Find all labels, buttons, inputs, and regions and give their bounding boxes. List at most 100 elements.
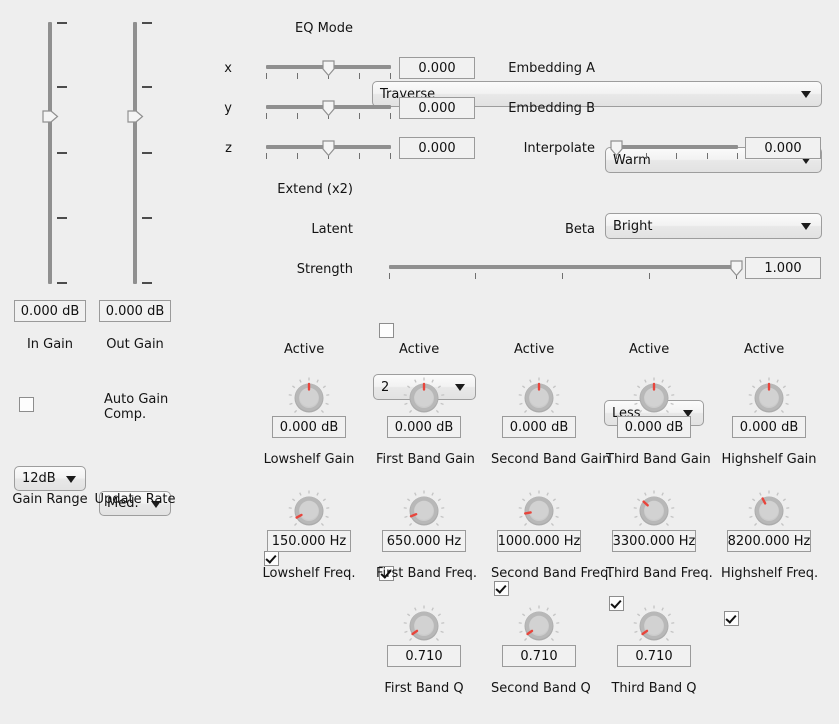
band-3-freq-knob[interactable] <box>632 489 676 533</box>
band-2-gain-knob[interactable] <box>517 376 561 420</box>
band-0-active-label: Active <box>284 342 325 357</box>
band-2-active-label: Active <box>514 342 555 357</box>
chevron-down-icon <box>801 223 811 230</box>
out-gain-slider[interactable] <box>126 22 152 284</box>
band-2-q-value[interactable]: 0.710 <box>502 645 576 667</box>
out-gain-slider-track <box>133 22 137 284</box>
coord-x-label: x <box>224 61 232 76</box>
interpolate-slider[interactable] <box>610 139 738 159</box>
band-1-gain-knob[interactable] <box>402 376 446 420</box>
band-1-freq-value[interactable]: 650.000 Hz <box>382 530 466 552</box>
band-2-freq-knob[interactable] <box>517 489 561 533</box>
band-3-q-value[interactable]: 0.710 <box>617 645 691 667</box>
band-0-freq-knob[interactable] <box>287 489 331 533</box>
band-4-gain-knob[interactable] <box>747 376 791 420</box>
band-3-gain-value[interactable]: 0.000 dB <box>617 416 691 438</box>
band-1-gain-label: First Band Gain <box>376 452 475 467</box>
gain-range-select[interactable]: 12dB <box>14 466 86 491</box>
auto-gain-comp-label-line1: Auto Gain <box>104 392 169 407</box>
band-2-gain-label: Second Band Gain <box>491 452 611 467</box>
interpolate-slider-track <box>616 145 738 149</box>
band-1-q-knob[interactable] <box>402 604 446 648</box>
interpolate-slider-thumb[interactable] <box>610 140 623 157</box>
gain-range-value: 12dB <box>22 471 56 486</box>
coord-x-slider[interactable] <box>266 59 391 79</box>
band-3-active-label: Active <box>629 342 670 357</box>
band-3-gain-label: Third Band Gain <box>606 452 711 467</box>
coord-z-slider[interactable] <box>266 139 391 159</box>
out-gain-slider-ticks <box>142 22 152 284</box>
in-gain-slider-track <box>48 22 52 284</box>
band-1-active-label: Active <box>399 342 440 357</box>
band-4-active-checkbox[interactable] <box>724 611 739 626</box>
embedding-a-label: Embedding A <box>508 61 595 76</box>
band-4-freq-knob[interactable] <box>747 489 791 533</box>
band-4-gain-label: Highshelf Gain <box>721 452 817 467</box>
strength-value[interactable]: 1.000 <box>745 257 821 279</box>
embedding-b-value: Bright <box>613 218 653 234</box>
eq-mode-label: EQ Mode <box>295 21 353 36</box>
coord-z-label: z <box>225 141 232 156</box>
interpolate-label: Interpolate <box>523 141 595 156</box>
in-gain-slider[interactable] <box>41 22 67 284</box>
interpolate-slider-ticks <box>616 153 738 159</box>
band-2-q-knob[interactable] <box>517 604 561 648</box>
band-3-freq-label: Third Band Freq. <box>606 566 713 581</box>
chevron-down-icon <box>455 384 465 391</box>
band-3-active-checkbox[interactable] <box>609 596 624 611</box>
chevron-down-icon <box>801 91 811 98</box>
extend-checkbox[interactable] <box>379 323 394 338</box>
band-0-gain-knob[interactable] <box>287 376 331 420</box>
band-3-freq-value[interactable]: 3300.000 Hz <box>612 530 696 552</box>
band-1-q-value[interactable]: 0.710 <box>387 645 461 667</box>
coord-y-slider[interactable] <box>266 99 391 119</box>
band-4-active-label: Active <box>744 342 785 357</box>
auto-gain-comp-checkbox[interactable] <box>19 397 34 412</box>
extend-label: Extend (x2) <box>277 182 353 197</box>
update-rate-label: Update Rate <box>94 492 176 507</box>
latent-value: 2 <box>381 379 390 395</box>
out-gain-value[interactable]: 0.000 dB <box>99 300 171 322</box>
strength-slider[interactable] <box>389 259 743 279</box>
in-gain-slider-ticks <box>57 22 67 284</box>
band-1-freq-knob[interactable] <box>402 489 446 533</box>
strength-slider-ticks <box>389 273 737 279</box>
in-gain-label: In Gain <box>26 337 74 352</box>
band-3-gain-knob[interactable] <box>632 376 676 420</box>
band-2-gain-value[interactable]: 0.000 dB <box>502 416 576 438</box>
band-2-freq-label: Second Band Freq. <box>491 566 613 581</box>
strength-label: Strength <box>296 262 353 277</box>
band-0-gain-value[interactable]: 0.000 dB <box>272 416 346 438</box>
band-1-gain-value[interactable]: 0.000 dB <box>387 416 461 438</box>
band-2-q-label: Second Band Q <box>491 681 591 696</box>
band-1-q-label: First Band Q <box>384 681 464 696</box>
band-4-gain-value[interactable]: 0.000 dB <box>732 416 806 438</box>
in-gain-slider-thumb[interactable] <box>42 110 59 123</box>
strength-slider-thumb[interactable] <box>730 260 743 277</box>
chevron-down-icon <box>66 476 76 483</box>
out-gain-label: Out Gain <box>106 337 164 352</box>
band-3-q-label: Third Band Q <box>611 681 697 696</box>
in-gain-value[interactable]: 0.000 dB <box>14 300 86 322</box>
gain-range-label: Gain Range <box>12 492 88 507</box>
coord-x-slider-thumb[interactable] <box>322 60 335 77</box>
band-0-freq-value[interactable]: 150.000 Hz <box>267 530 351 552</box>
coord-z-slider-thumb[interactable] <box>322 140 335 157</box>
coord-y-slider-thumb[interactable] <box>322 100 335 117</box>
latent-label: Latent <box>311 222 353 237</box>
band-3-q-knob[interactable] <box>632 604 676 648</box>
band-1-freq-label: First Band Freq. <box>376 566 477 581</box>
auto-gain-comp-label-line2: Comp. <box>104 407 147 422</box>
band-4-freq-value[interactable]: 8200.000 Hz <box>727 530 811 552</box>
band-2-freq-value[interactable]: 1000.000 Hz <box>497 530 581 552</box>
embedding-b-label: Embedding B <box>508 101 595 116</box>
interpolate-value[interactable]: 0.000 <box>745 137 821 159</box>
band-0-active-checkbox[interactable] <box>264 551 279 566</box>
embedding-b-select[interactable]: Bright <box>605 213 822 239</box>
beta-label: Beta <box>565 222 595 237</box>
out-gain-slider-thumb[interactable] <box>127 110 144 123</box>
band-4-freq-label: Highshelf Freq. <box>721 566 819 581</box>
band-2-active-checkbox[interactable] <box>494 581 509 596</box>
strength-slider-track <box>389 265 737 269</box>
band-0-gain-label: Lowshelf Gain <box>263 452 355 467</box>
